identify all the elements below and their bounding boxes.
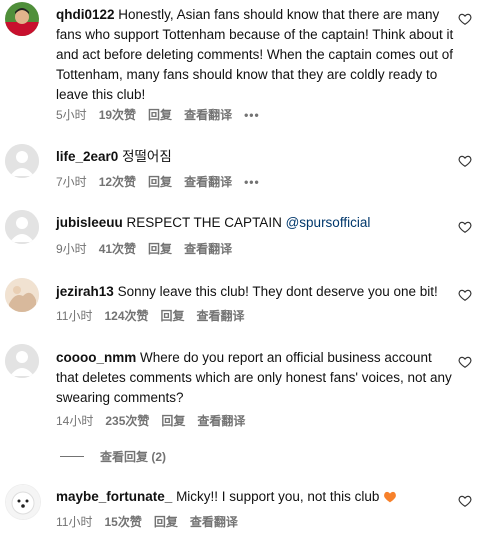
avatar[interactable] <box>5 144 39 178</box>
comment-username[interactable]: jezirah13 <box>56 284 114 299</box>
comment-text: qhdi0122 Honestly, Asian fans should kno… <box>56 5 456 105</box>
translate-button[interactable]: 查看翻译 <box>190 513 238 530</box>
default-avatar-image <box>5 344 39 378</box>
reply-button[interactable]: 回复 <box>148 173 172 190</box>
avatar-image <box>5 278 39 312</box>
avatar[interactable] <box>5 2 39 36</box>
comment-meta: 5小时 19次赞 回复 查看翻译 ••• <box>56 106 260 123</box>
comment-meta: 14小时 235次赞 回复 查看翻译 <box>56 412 245 429</box>
default-avatar-image <box>5 210 39 244</box>
comment-time: 14小时 <box>56 414 94 428</box>
comment-body: Honestly, Asian fans should know that th… <box>56 7 454 102</box>
comment-username[interactable]: coooo_nmm <box>56 350 136 365</box>
reply-button[interactable]: 回复 <box>148 106 172 123</box>
comment-body: Micky!! I support you, not this club <box>176 489 380 504</box>
view-replies-button[interactable]: 查看回复 (2) <box>60 448 166 465</box>
orange-heart-icon <box>384 491 397 503</box>
avatar[interactable] <box>5 344 39 378</box>
heart-icon[interactable] <box>458 12 472 26</box>
heart-icon[interactable] <box>458 355 472 369</box>
translate-button[interactable]: 查看翻译 <box>184 173 232 190</box>
comment-meta: 7小时 12次赞 回复 查看翻译 ••• <box>56 173 260 190</box>
comment-text: coooo_nmm Where do you report an officia… <box>56 348 456 408</box>
comment-time: 11小时 <box>56 309 93 323</box>
like-count[interactable]: 12次赞 <box>99 173 136 190</box>
reply-button[interactable]: 回复 <box>161 307 185 324</box>
translate-button[interactable]: 查看翻译 <box>197 412 245 429</box>
comment-username[interactable]: jubisleeuu <box>56 215 123 230</box>
avatar-image <box>5 2 39 36</box>
avatar[interactable] <box>5 210 39 244</box>
heart-icon[interactable] <box>458 154 472 168</box>
comment-text: maybe_fortunate_ Micky!! I support you, … <box>56 487 456 507</box>
comment-text: jezirah13 Sonny leave this club! They do… <box>56 282 456 302</box>
more-options-button[interactable]: ••• <box>244 175 260 189</box>
comment-text: life_2ear0 정떨어짐 <box>56 147 456 167</box>
comment-body: RESPECT THE CAPTAIN <box>126 215 282 230</box>
avatar-image <box>6 485 40 519</box>
reply-button[interactable]: 回复 <box>161 412 185 429</box>
avatar[interactable] <box>5 484 41 520</box>
view-replies-label: 查看回复 (2) <box>100 450 167 464</box>
comment-meta: 11小时 15次赞 回复 查看翻译 <box>56 513 238 530</box>
heart-icon[interactable] <box>458 220 472 234</box>
translate-button[interactable]: 查看翻译 <box>197 307 245 324</box>
reply-button[interactable]: 回复 <box>154 513 178 530</box>
comment-meta: 9小时 41次赞 回复 查看翻译 <box>56 240 232 257</box>
more-options-button[interactable]: ••• <box>244 108 260 122</box>
comment-body: Sonny leave this club! They dont deserve… <box>117 284 438 299</box>
comment-time: 7小时 <box>56 175 87 189</box>
heart-icon[interactable] <box>458 288 472 302</box>
comment-time: 5小时 <box>56 108 87 122</box>
like-count[interactable]: 15次赞 <box>104 513 141 530</box>
comment-username[interactable]: maybe_fortunate_ <box>56 489 172 504</box>
replies-divider-line <box>60 456 84 457</box>
heart-icon[interactable] <box>458 494 472 508</box>
comment-username[interactable]: qhdi0122 <box>56 7 115 22</box>
like-count[interactable]: 124次赞 <box>104 307 148 324</box>
mention-link[interactable]: @spursofficial <box>286 215 371 230</box>
comment-time: 9小时 <box>56 242 87 256</box>
comment-meta: 11小时 124次赞 回复 查看翻译 <box>56 307 245 324</box>
avatar[interactable] <box>5 278 39 312</box>
default-avatar-image <box>5 144 39 178</box>
like-count[interactable]: 41次赞 <box>99 240 136 257</box>
translate-button[interactable]: 查看翻译 <box>184 106 232 123</box>
reply-button[interactable]: 回复 <box>148 240 172 257</box>
comment-time: 11小时 <box>56 515 93 529</box>
like-count[interactable]: 19次赞 <box>99 106 136 123</box>
translate-button[interactable]: 查看翻译 <box>184 240 232 257</box>
comment-username[interactable]: life_2ear0 <box>56 149 118 164</box>
like-count[interactable]: 235次赞 <box>105 412 149 429</box>
comment-body: 정떨어짐 <box>122 149 172 164</box>
comment-text: jubisleeuu RESPECT THE CAPTAIN @spursoff… <box>56 213 456 233</box>
